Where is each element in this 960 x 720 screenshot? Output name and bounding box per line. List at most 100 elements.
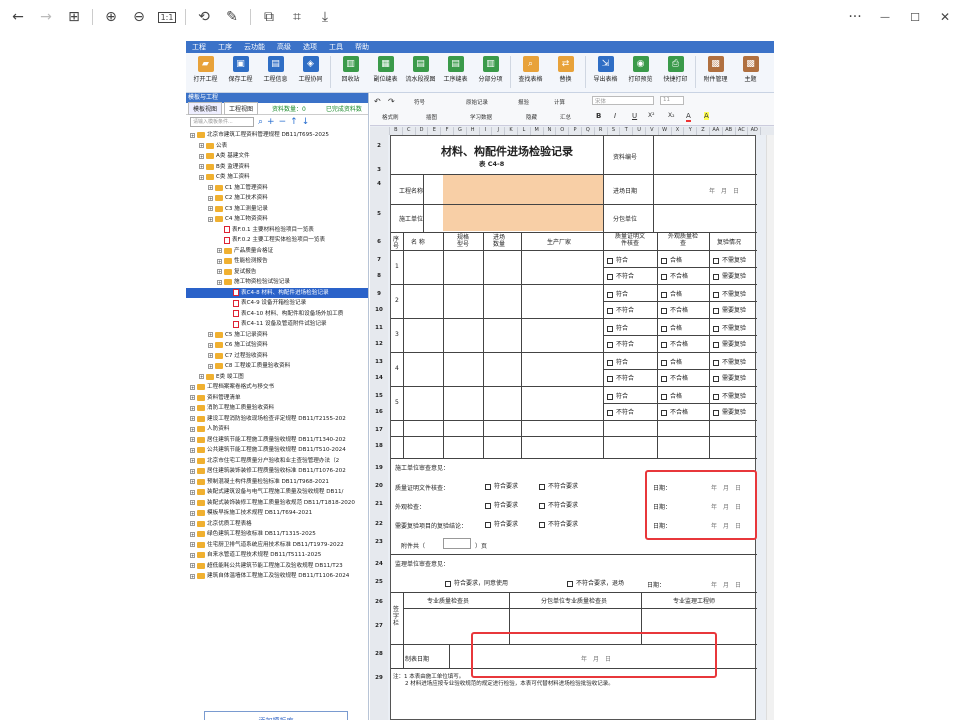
recheck-needed[interactable]: 需要复验 <box>713 373 746 382</box>
expand-toggle-icon[interactable]: + <box>199 153 204 159</box>
recheck-not-needed[interactable]: 不需复验 <box>713 289 746 298</box>
column-header[interactable]: Q <box>582 127 595 135</box>
cert-not-ok[interactable]: 不符合 <box>607 271 634 280</box>
checkbox[interactable] <box>539 521 545 528</box>
tree-item[interactable]: + 居住建筑节能工程施工质量验收规程 DB11/T1340-202 <box>186 435 368 446</box>
project-name-field[interactable] <box>443 175 603 204</box>
search-input[interactable]: 请输入模板条件... <box>190 116 254 127</box>
appearance-fail[interactable]: 不合格 <box>661 407 688 416</box>
checkbox[interactable] <box>607 393 613 400</box>
tree-item[interactable]: + 产品质量合格证 <box>186 246 368 257</box>
inspection-button[interactable]: 报验 <box>518 98 529 106</box>
appearance-pass[interactable]: 合格 <box>661 391 682 400</box>
checkbox[interactable] <box>713 291 719 298</box>
checkbox[interactable] <box>445 580 451 587</box>
tree-item[interactable]: + 北京市住宅工程质量分户验收和业主查验管理办法（2 <box>186 456 368 467</box>
supervision-reject[interactable]: 不符合要求，退场 <box>567 578 624 587</box>
row-header[interactable]: 27 <box>370 623 388 629</box>
ribbon-button[interactable]: ▤ 工程信息 <box>258 56 293 83</box>
ribbon-button[interactable]: ▩ 附件管理 <box>698 56 733 83</box>
row-header[interactable]: 14 <box>370 375 388 381</box>
tab-template-view[interactable]: 模板视图 <box>188 102 223 115</box>
recheck-not-needed[interactable]: 不需复验 <box>713 391 746 400</box>
tree-item[interactable]: + 性能检测报告 <box>186 256 368 267</box>
remove-icon[interactable]: − <box>279 117 287 127</box>
tree-item[interactable]: 表C4-10 材料、构配件和设备场外加工质 <box>186 309 368 320</box>
tree-item[interactable]: + 模板早拆施工技术规程 DB11/T694-2021 <box>186 508 368 519</box>
expand-toggle-icon[interactable]: + <box>190 552 195 558</box>
search-icon[interactable]: ⌕ <box>258 117 263 127</box>
checkbox[interactable] <box>661 273 667 280</box>
row-header[interactable]: 23 <box>370 539 388 545</box>
expand-toggle-icon[interactable]: + <box>190 573 195 579</box>
expand-toggle-icon[interactable] <box>226 322 231 327</box>
column-header[interactable]: G <box>454 127 467 135</box>
expand-toggle-icon[interactable] <box>226 290 231 295</box>
tree-item[interactable]: + 装配式装饰装修工程施工质量验收规范 DB11/T1818-2020 <box>186 498 368 509</box>
add-icon[interactable]: + <box>267 117 275 127</box>
r20-meet[interactable]: 符合要求 <box>485 481 518 490</box>
tree-item[interactable]: + C3 施工测量记录 <box>186 204 368 215</box>
checkbox[interactable] <box>661 257 667 264</box>
format-painter-button[interactable]: 格式刷 <box>382 113 399 121</box>
tree-item[interactable]: 表F.0.1 主要材料检验项目一览表 <box>186 225 368 236</box>
column-header[interactable]: M <box>531 127 544 135</box>
checkbox[interactable] <box>607 273 613 280</box>
expand-toggle-icon[interactable] <box>217 227 222 232</box>
tree-item[interactable]: + 建筑自体温墙体工程施工及验收规程 DB11/T1106-2024 <box>186 571 368 582</box>
tree-item[interactable]: + 超低能耗公共建筑节能工程施工及验收规程 DB11/T23 <box>186 561 368 572</box>
checkbox[interactable] <box>661 325 667 332</box>
menu-item[interactable]: 选项 <box>303 42 317 52</box>
zoom-out-icon[interactable]: ⊖ <box>125 3 153 31</box>
tree-item[interactable]: + 消防工程施工质量验收资料 <box>186 403 368 414</box>
column-header[interactable]: W <box>659 127 672 135</box>
row-header[interactable]: 26 <box>370 599 388 605</box>
expand-toggle-icon[interactable]: + <box>217 258 222 264</box>
appearance-fail[interactable]: 不合格 <box>661 305 688 314</box>
row-header[interactable]: 4 <box>370 181 388 187</box>
expand-toggle-icon[interactable]: + <box>190 489 195 495</box>
ribbon-button[interactable]: ⌕ 查找表格 <box>513 56 548 83</box>
ocr-icon[interactable]: ⌗ <box>283 3 311 31</box>
ribbon-button[interactable]: ▰ 打开工程 <box>188 56 223 83</box>
expand-toggle-icon[interactable]: + <box>208 332 213 338</box>
tree-item[interactable]: + 复试报告 <box>186 267 368 278</box>
tree-item[interactable]: + 资料管理清单 <box>186 393 368 404</box>
italic-button[interactable]: I <box>614 112 616 120</box>
ribbon-button[interactable]: ▤ 流水段视图 <box>403 56 438 83</box>
menu-item[interactable]: 工具 <box>329 42 343 52</box>
r21-meet[interactable]: 符合要求 <box>485 500 518 509</box>
grid-icon[interactable]: ⊞ <box>60 3 88 31</box>
cert-ok[interactable]: 符合 <box>607 357 628 366</box>
tree-item[interactable]: 表C4-9 设备开箱检验记录 <box>186 298 368 309</box>
column-header[interactable]: L <box>518 127 531 135</box>
column-header[interactable]: AB <box>723 127 736 135</box>
checkbox[interactable] <box>607 257 613 264</box>
download-icon[interactable]: ⤓ <box>311 3 339 31</box>
tree-item[interactable]: + 公共建筑节能工程施工质量验收规程 DB11/T510-2024 <box>186 445 368 456</box>
tree-item[interactable]: + 工程档案案卷格式与移交书 <box>186 382 368 393</box>
minimize-button[interactable]: — <box>870 3 900 31</box>
undo-icon[interactable]: ↶ <box>374 97 381 106</box>
expand-toggle-icon[interactable]: + <box>190 542 195 548</box>
tree-item[interactable]: + 北京市建筑工程资料管理规程 DB11/T695-2025 <box>186 130 368 141</box>
checkbox[interactable] <box>485 483 491 490</box>
recheck-not-needed[interactable]: 不需复验 <box>713 357 746 366</box>
cert-ok[interactable]: 符合 <box>607 255 628 264</box>
checkbox[interactable] <box>485 521 491 528</box>
expand-toggle-icon[interactable]: + <box>190 447 195 453</box>
row-header[interactable]: 7 <box>370 257 388 263</box>
column-header[interactable]: F <box>441 127 454 135</box>
superscript-button[interactable]: X² <box>648 112 655 119</box>
checkbox[interactable] <box>661 341 667 348</box>
row-header[interactable]: 8 <box>370 273 388 279</box>
expand-toggle-icon[interactable]: + <box>190 521 195 527</box>
calculate-button[interactable]: 计算 <box>554 98 565 106</box>
expand-toggle-icon[interactable]: + <box>208 185 213 191</box>
more-icon[interactable]: ··· <box>840 3 870 31</box>
highlight-button[interactable]: A <box>704 112 709 120</box>
tree-item[interactable]: 表F.0.2 主要工程实体检验项目一览表 <box>186 235 368 246</box>
appearance-fail[interactable]: 不合格 <box>661 373 688 382</box>
checkbox[interactable] <box>713 409 719 416</box>
font-color-button[interactable]: A <box>686 112 691 122</box>
